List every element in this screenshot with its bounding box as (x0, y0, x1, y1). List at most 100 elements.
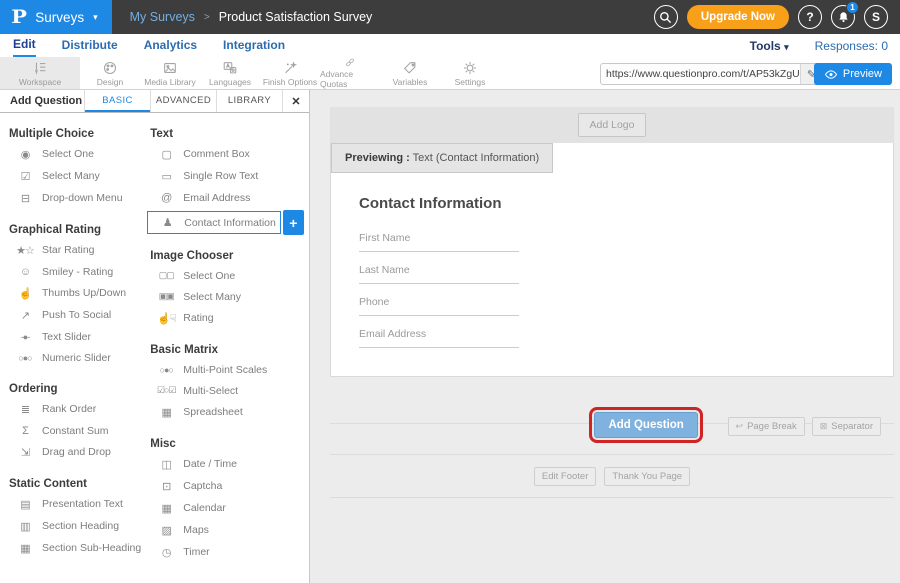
question-type-star-rating[interactable]: ★☆Star Rating (0, 239, 141, 261)
question-type-image-rating[interactable]: ☝☟Rating (141, 307, 312, 329)
star-icon: ★☆ (15, 244, 35, 257)
question-type-presentation-text[interactable]: ▤Presentation Text (0, 493, 141, 515)
toolbar-languages[interactable]: Languages (200, 57, 260, 89)
search-icon (659, 11, 672, 24)
notifications-button[interactable]: 1 (831, 5, 855, 29)
email-address-field[interactable]: Email Address (359, 326, 519, 348)
question-type-text-slider[interactable]: -●-Text Slider (0, 326, 141, 347)
questionpro-logo-icon: P (11, 6, 27, 28)
question-type-drag-and-drop[interactable]: ⇲Drag and Drop (0, 441, 141, 463)
question-type-numeric-slider[interactable]: ○●○Numeric Slider (0, 347, 141, 368)
search-button[interactable] (654, 5, 678, 29)
tab-edit[interactable]: Edit (13, 34, 36, 57)
section-misc: Misc (150, 438, 312, 450)
survey-url-field[interactable]: https://www.questionpro.com/t/AP53kZgUI … (600, 63, 823, 85)
image-select-many-icon: ▣▣ (156, 291, 176, 302)
phone-field[interactable]: Phone (359, 294, 519, 316)
close-panel-button[interactable]: ✕ (282, 90, 309, 112)
chevron-down-icon: ▾ (93, 12, 98, 23)
tab-library[interactable]: LIBRARY (216, 90, 282, 112)
last-name-field[interactable]: Last Name (359, 262, 519, 284)
breadcrumb-my-surveys[interactable]: My Surveys (130, 10, 195, 24)
add-question-button[interactable]: Add Question (594, 412, 697, 438)
at-icon: @ (156, 192, 176, 204)
toolbar-settings[interactable]: Settings (440, 57, 500, 89)
chevron-down-icon: ▾ (784, 42, 789, 52)
tools-dropdown[interactable]: Tools ▾ (750, 39, 789, 53)
panel-title: Add Question (0, 90, 84, 112)
survey-nav: Edit Distribute Analytics Integration To… (0, 34, 900, 57)
page-break-icon: ↩ (736, 421, 744, 432)
page-break-button[interactable]: ↩Page Break (728, 417, 805, 436)
toolbar-design[interactable]: Design (80, 57, 140, 89)
footer-row: Edit Footer Thank You Page (330, 454, 894, 498)
section-subheading-icon: ▦ (15, 542, 35, 555)
question-type-dropdown-menu[interactable]: ⊟Drop-down Menu (0, 187, 141, 209)
responses-count[interactable]: Responses: 0 (815, 39, 888, 53)
calendar-icon: ▦ (156, 502, 176, 515)
question-type-image-select-one[interactable]: ▢▢Select One (141, 265, 312, 286)
question-type-captcha[interactable]: ⊡Captcha (141, 475, 312, 497)
add-contact-information-button[interactable]: + (283, 210, 304, 235)
add-logo-button[interactable]: Add Logo (578, 113, 647, 137)
question-type-multi-point-scales[interactable]: ○●○Multi-Point Scales (141, 359, 312, 380)
tab-analytics[interactable]: Analytics (144, 35, 197, 56)
tab-basic[interactable]: BASIC (84, 90, 150, 112)
tab-advanced[interactable]: ADVANCED (150, 90, 216, 112)
link-icon (342, 57, 358, 68)
question-type-section-sub-heading[interactable]: ▦Section Sub-Heading (0, 537, 141, 559)
contact-person-icon: ♟ (157, 216, 177, 229)
edit-toolbar: Workspace Design Media Library Languages… (0, 57, 900, 90)
question-type-image-select-many[interactable]: ▣▣Select Many (141, 286, 312, 307)
upgrade-now-button[interactable]: Upgrade Now (687, 5, 789, 29)
magic-wand-icon (282, 60, 298, 76)
survey-title: Product Satisfaction Survey (219, 10, 373, 24)
question-type-thumbs-updown[interactable]: ☝Thumbs Up/Down (0, 282, 141, 304)
question-type-select-many[interactable]: ☑Select Many (0, 165, 141, 187)
numeric-slider-icon: ○●○ (15, 353, 35, 363)
question-type-date-time[interactable]: ◫Date / Time (141, 453, 312, 475)
smiley-icon: ☺ (15, 266, 35, 278)
toolbar-advance-quotas[interactable]: Advance Quotas (320, 57, 380, 89)
image-icon (162, 60, 178, 76)
toolbar-media-library[interactable]: Media Library (140, 57, 200, 89)
question-type-calendar[interactable]: ▦Calendar (141, 497, 312, 519)
separator-button[interactable]: ⊠Separator (812, 417, 881, 436)
question-type-single-row-text[interactable]: ▭Single Row Text (141, 165, 312, 187)
help-button[interactable]: ? (798, 5, 822, 29)
map-icon: ▨ (156, 524, 176, 537)
thank-you-page-button[interactable]: Thank You Page (604, 467, 690, 486)
question-type-timer[interactable]: ◷Timer (141, 541, 312, 563)
question-type-rank-order[interactable]: ≣Rank Order (0, 398, 141, 420)
multi-point-icon: ○●○ (156, 365, 176, 375)
question-type-select-one[interactable]: ◉Select One (0, 143, 141, 165)
question-type-smiley-rating[interactable]: ☺Smiley - Rating (0, 261, 141, 282)
question-type-email-address[interactable]: @Email Address (141, 187, 312, 208)
tag-icon (402, 60, 418, 76)
toolbar-finish-options[interactable]: Finish Options (260, 57, 320, 89)
tab-distribute[interactable]: Distribute (62, 35, 118, 56)
dropdown-icon: ⊟ (15, 192, 35, 205)
first-name-field[interactable]: First Name (359, 230, 519, 252)
toolbar-variables[interactable]: Variables (380, 57, 440, 89)
question-type-comment-box[interactable]: ▢Comment Box (141, 143, 312, 165)
question-type-contact-information[interactable]: ♟Contact Information (147, 211, 281, 234)
checkbox-icon: ☑ (15, 170, 35, 183)
question-type-push-to-social[interactable]: ↗Push To Social (0, 304, 141, 326)
sigma-icon: Σ (15, 425, 35, 437)
top-actions: Upgrade Now ? 1 S (654, 5, 900, 29)
section-text: Text (150, 128, 312, 140)
question-type-constant-sum[interactable]: ΣConstant Sum (0, 420, 141, 441)
brand-menu[interactable]: P Surveys ▾ (0, 0, 112, 34)
logo-band: Add Logo (330, 107, 894, 143)
tab-integration[interactable]: Integration (223, 35, 285, 56)
question-type-maps[interactable]: ▨Maps (141, 519, 312, 541)
preview-button[interactable]: Preview (814, 63, 892, 85)
question-type-section-heading[interactable]: ▥Section Heading (0, 515, 141, 537)
edit-footer-button[interactable]: Edit Footer (534, 467, 596, 486)
question-type-spreadsheet[interactable]: ▦Spreadsheet (141, 401, 312, 423)
question-type-multi-select[interactable]: ☑○☑Multi-Select (141, 380, 312, 401)
survey-url-value: https://www.questionpro.com/t/AP53kZgUI (601, 68, 800, 80)
avatar[interactable]: S (864, 5, 888, 29)
toolbar-workspace[interactable]: Workspace (0, 57, 80, 89)
